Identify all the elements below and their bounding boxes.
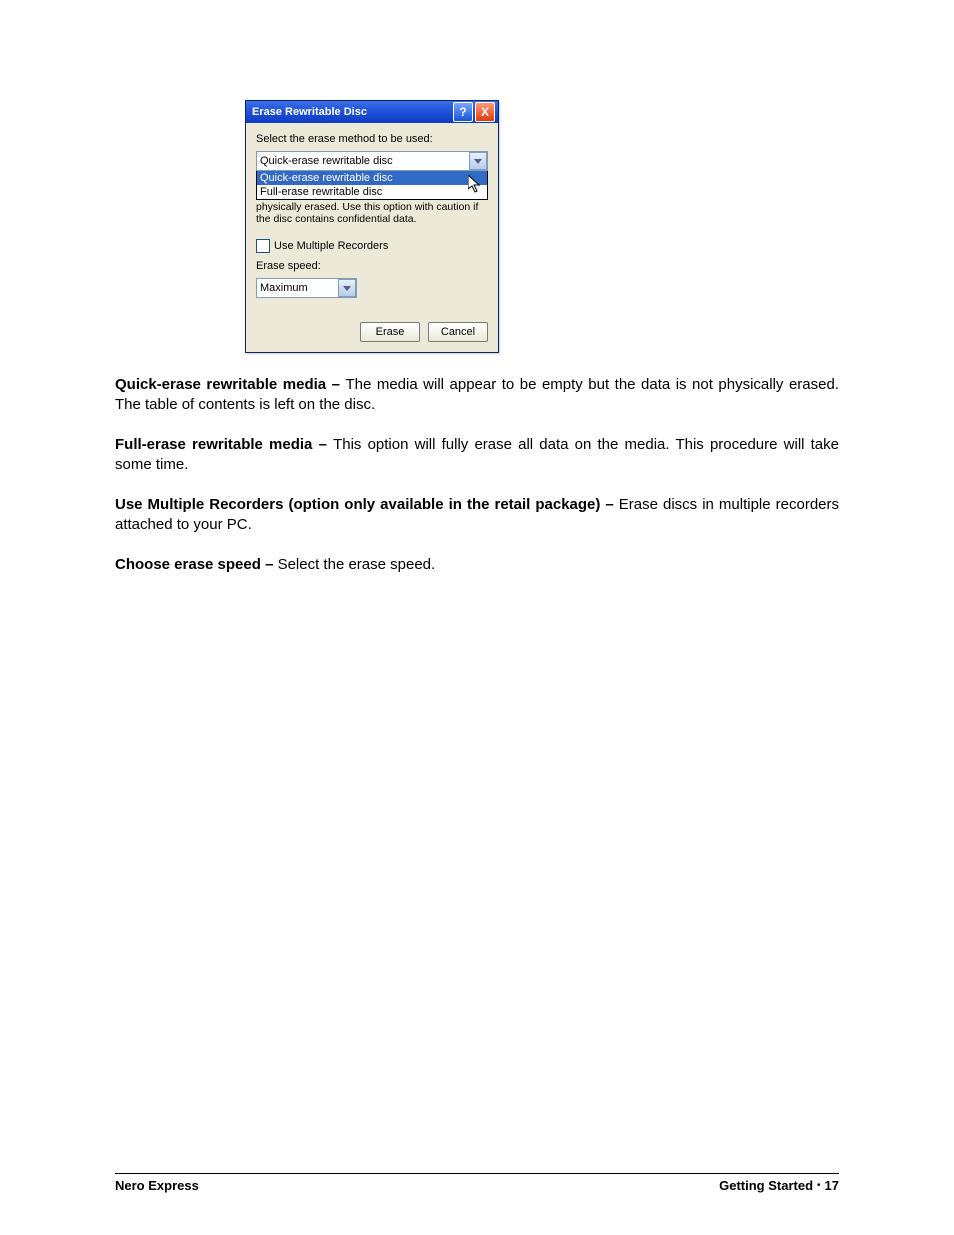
dropdown-option-full[interactable]: Full-erase rewritable disc <box>257 185 487 199</box>
para-erase-speed-heading: Choose erase speed – <box>115 556 278 573</box>
erase-dialog: Erase Rewritable Disc ? X Select the era… <box>245 100 499 353</box>
erase-button[interactable]: Erase <box>360 322 420 342</box>
multi-recorders-checkbox[interactable] <box>256 239 270 253</box>
footer-section: Getting Started <box>719 1178 813 1193</box>
erase-speed-dropdown[interactable]: Maximum <box>256 278 357 298</box>
chevron-down-icon <box>343 286 351 291</box>
para-full-erase-heading: Full-erase rewritable media – <box>115 436 333 453</box>
para-full-erase: Full-erase rewritable media – This optio… <box>115 435 839 475</box>
erase-method-dropdown[interactable]: Quick-erase rewritable disc <box>256 151 488 171</box>
para-multi-recorders-heading: Use Multiple Recorders (option only avai… <box>115 496 619 513</box>
para-multi-recorders: Use Multiple Recorders (option only avai… <box>115 495 839 535</box>
footer-product: Nero Express <box>115 1178 199 1193</box>
para-erase-speed-text: Select the erase speed. <box>278 556 436 573</box>
para-quick-erase: Quick-erase rewritable media – The media… <box>115 375 839 415</box>
erase-method-options: Quick-erase rewritable disc Full-erase r… <box>256 171 488 200</box>
erase-speed-value: Maximum <box>260 282 308 294</box>
erase-speed-label: Erase speed: <box>256 260 488 272</box>
footer-page-number: 17 <box>825 1178 839 1193</box>
erase-method-value: Quick-erase rewritable disc <box>260 155 393 167</box>
para-erase-speed: Choose erase speed – Select the erase sp… <box>115 555 839 575</box>
close-icon[interactable]: X <box>475 102 495 122</box>
page-footer: Nero Express Getting Started • 17 <box>115 1173 839 1193</box>
dialog-title: Erase Rewritable Disc <box>252 106 367 118</box>
para-quick-erase-heading: Quick-erase rewritable media – <box>115 376 345 393</box>
dropdown-button[interactable] <box>338 279 356 297</box>
footer-bullet: • <box>817 1180 821 1191</box>
cancel-button[interactable]: Cancel <box>428 322 488 342</box>
help-icon[interactable]: ? <box>453 102 473 122</box>
prompt-label: Select the erase method to be used: <box>256 133 488 145</box>
method-hint: physically erased. Use this option with … <box>256 201 488 225</box>
multi-recorders-label: Use Multiple Recorders <box>274 240 388 252</box>
dropdown-option-quick[interactable]: Quick-erase rewritable disc <box>257 171 487 185</box>
chevron-down-icon <box>474 159 482 164</box>
dropdown-button[interactable] <box>469 152 487 170</box>
dialog-titlebar[interactable]: Erase Rewritable Disc ? X <box>246 101 498 123</box>
